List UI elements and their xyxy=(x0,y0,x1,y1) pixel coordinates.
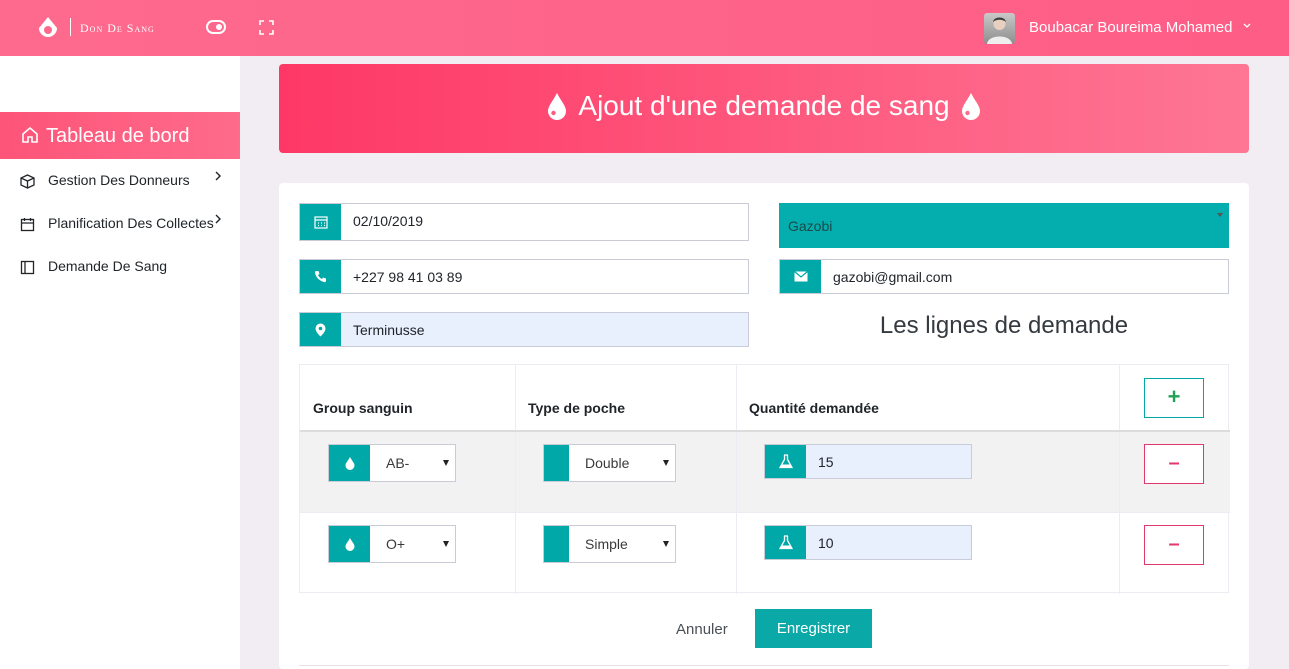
column-divider xyxy=(736,365,737,594)
flask-icon xyxy=(778,454,793,469)
flask-icon xyxy=(778,535,793,550)
envelope-icon xyxy=(793,271,808,282)
sidebar-item-label: Planification Des Collectes xyxy=(48,215,214,231)
location-addon xyxy=(300,313,341,346)
email-field[interactable]: gazobi@gmail.com xyxy=(779,259,1229,294)
avatar[interactable] xyxy=(984,13,1015,44)
column-divider xyxy=(515,365,516,594)
row-divider xyxy=(300,512,1230,513)
hospital-value: Gazobi xyxy=(788,218,833,234)
pouch-type-value: Double xyxy=(585,455,630,471)
box-icon xyxy=(20,174,35,189)
quantity-value: 15 xyxy=(818,454,834,470)
calendar-icon xyxy=(20,218,35,232)
group-addon xyxy=(329,526,370,562)
type-addon xyxy=(544,526,569,562)
pouch-type-select[interactable]: Simple xyxy=(543,525,676,563)
blood-drop-icon xyxy=(961,92,980,120)
blood-group-value: O+ xyxy=(386,536,406,552)
email-value: gazobi@gmail.com xyxy=(833,269,953,285)
qty-addon xyxy=(765,526,806,559)
brand-name[interactable]: Don De Sang xyxy=(80,21,155,36)
page-title: Ajout d'une demande de sang xyxy=(578,90,950,121)
layout-icon xyxy=(20,260,35,275)
caret-down-icon xyxy=(663,541,669,547)
chevron-right-icon xyxy=(215,214,221,224)
type-addon xyxy=(544,445,569,481)
phone-icon xyxy=(314,271,326,283)
user-name[interactable]: Boubacar Boureima Mohamed xyxy=(1029,19,1232,36)
quantity-value: 10 xyxy=(818,535,834,551)
cancel-button[interactable]: Annuler xyxy=(676,621,728,638)
toggle-sidebar-icon[interactable] xyxy=(206,20,226,34)
calendar-icon xyxy=(313,216,328,229)
phone-addon xyxy=(300,260,341,293)
blood-group-select[interactable]: O+ xyxy=(328,525,456,563)
blood-drop-icon xyxy=(345,538,354,551)
brand-divider xyxy=(70,18,71,36)
fullscreen-icon[interactable] xyxy=(259,20,274,35)
top-navbar: Don De Sang Boubacar Boureima Mohamed xyxy=(0,0,1289,56)
quantity-input[interactable]: 10 xyxy=(764,525,972,560)
location-value: Terminusse xyxy=(353,322,425,338)
blood-group-value: AB- xyxy=(386,455,410,471)
add-line-button[interactable]: + xyxy=(1144,378,1204,418)
blood-group-select[interactable]: AB- xyxy=(328,444,456,482)
column-header-group: Group sanguin xyxy=(313,400,413,416)
blood-drop-icon xyxy=(345,457,354,470)
sidebar-item-dashboard[interactable]: Tableau de bord xyxy=(0,112,240,159)
page-title-row: Ajout d'une demande de sang xyxy=(279,90,1249,123)
phone-value: +227 98 41 03 89 xyxy=(353,269,463,285)
blood-drop-icon xyxy=(548,92,567,120)
lines-table: Group sanguin Type de poche Quantité dem… xyxy=(299,364,1230,594)
group-addon xyxy=(329,445,370,481)
sidebar-item-demande[interactable]: Demande De Sang xyxy=(0,247,240,287)
remove-line-button[interactable]: – xyxy=(1144,444,1204,484)
location-field[interactable]: Terminusse xyxy=(299,312,749,347)
column-divider xyxy=(1119,365,1120,594)
phone-field[interactable]: +227 98 41 03 89 xyxy=(299,259,749,294)
caret-down-icon xyxy=(443,460,449,466)
quantity-input[interactable]: 15 xyxy=(764,444,972,479)
logo-drop-icon[interactable] xyxy=(36,16,60,40)
sidebar-item-label: Gestion Des Donneurs xyxy=(48,172,190,188)
chevron-right-icon xyxy=(215,171,221,181)
save-button[interactable]: Enregistrer xyxy=(755,609,872,648)
card-divider xyxy=(299,665,1229,666)
qty-addon xyxy=(765,445,806,478)
page-header: Ajout d'une demande de sang xyxy=(279,64,1249,153)
lines-title: Les lignes de demande xyxy=(879,312,1129,339)
pouch-type-select[interactable]: Double xyxy=(543,444,676,482)
header-divider xyxy=(300,430,1230,432)
hospital-select[interactable]: Gazobi xyxy=(779,203,1229,248)
sidebar-item-label: Demande De Sang xyxy=(48,258,168,274)
remove-line-button[interactable]: – xyxy=(1144,525,1204,565)
sidebar-item-donneurs[interactable]: Gestion Des Donneurs xyxy=(0,161,240,201)
caret-down-icon xyxy=(1217,213,1223,220)
column-header-type: Type de poche xyxy=(528,400,625,416)
map-marker-icon xyxy=(315,323,326,336)
date-value: 02/10/2019 xyxy=(353,213,424,229)
date-addon xyxy=(300,204,341,240)
chevron-down-icon[interactable] xyxy=(1242,20,1252,30)
pouch-type-value: Simple xyxy=(585,536,628,552)
column-header-qty: Quantité demandée xyxy=(749,400,879,416)
date-field[interactable]: 02/10/2019 xyxy=(299,203,749,241)
sidebar-item-collectes[interactable]: Planification Des Collectes xyxy=(0,204,240,244)
home-icon xyxy=(22,126,38,143)
sidebar-item-label: Tableau de bord xyxy=(46,125,190,147)
caret-down-icon xyxy=(663,460,669,466)
caret-down-icon xyxy=(443,541,449,547)
email-addon xyxy=(780,260,821,293)
